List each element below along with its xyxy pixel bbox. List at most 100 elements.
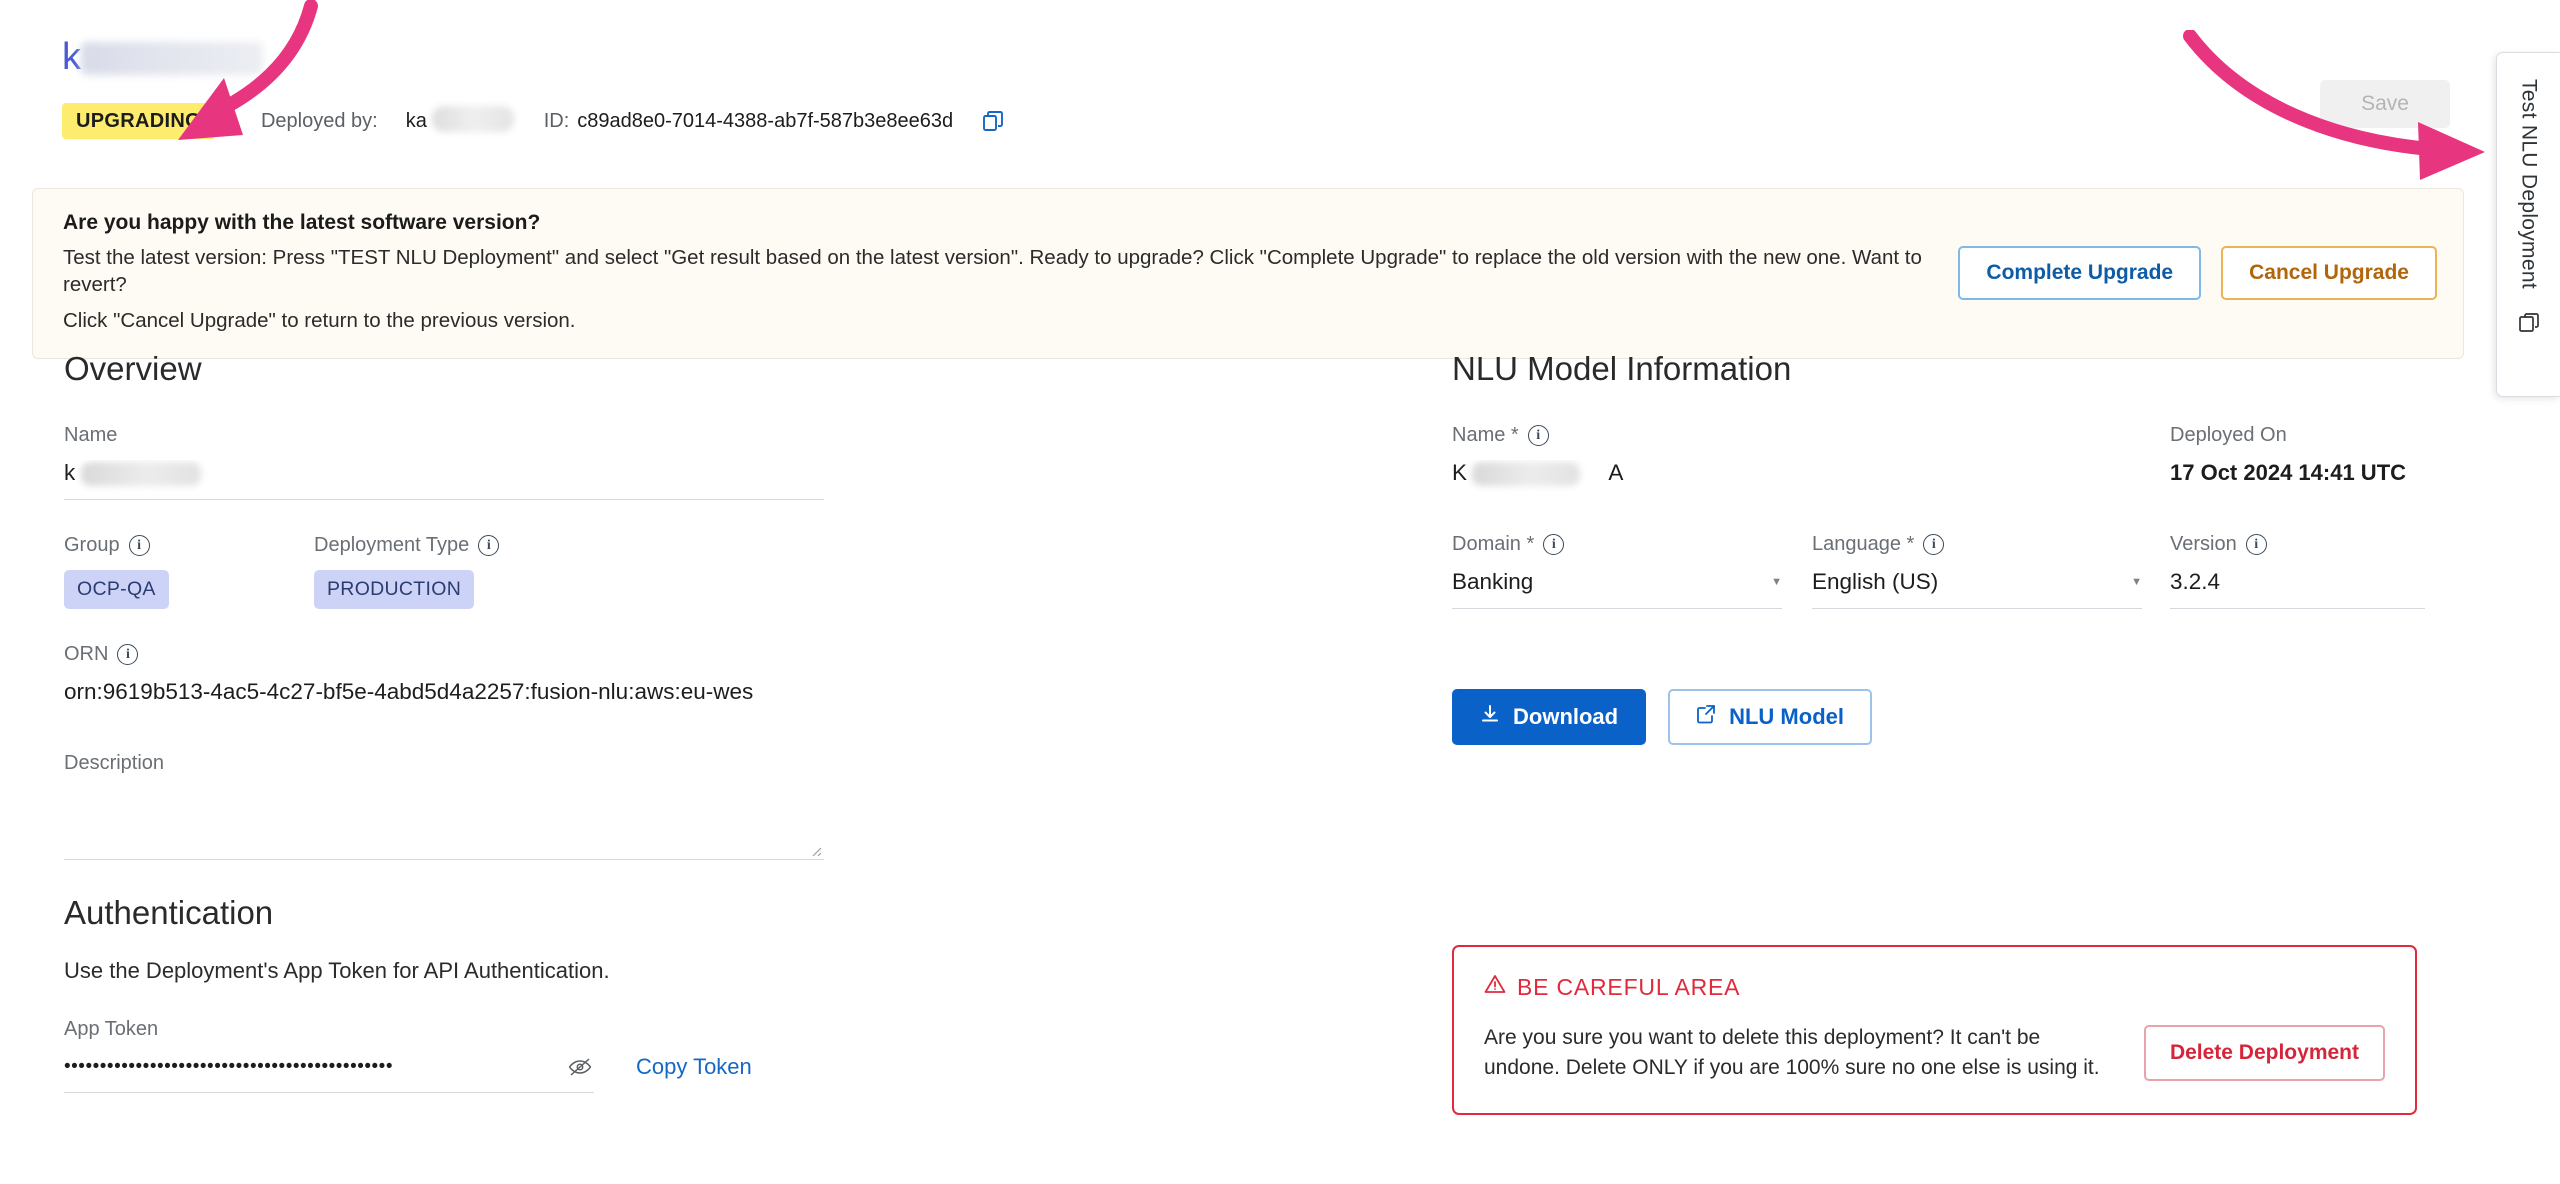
- description-textarea[interactable]: [64, 788, 824, 860]
- chevron-down-icon: ▼: [2131, 575, 2142, 588]
- app-token-row: ••••••••••••••••••••••••••••••••••••••••…: [64, 1054, 824, 1093]
- deployed-on-label: Deployed On: [2170, 424, 2460, 447]
- orn-label-text: ORN: [64, 643, 109, 665]
- authentication-description: Use the Deployment's App Token for API A…: [64, 958, 610, 983]
- info-icon[interactable]: i: [2245, 534, 2267, 555]
- app-token-label-text: App Token: [64, 1018, 159, 1040]
- download-button-label: Download: [1513, 704, 1619, 729]
- group-label: Group i: [64, 534, 314, 557]
- nlu-model-grid: Name * i K XXXXXXXXXA: [1452, 424, 2462, 643]
- upgrade-banner: Are you happy with the latest software v…: [32, 188, 2464, 360]
- deployment-id-value: c89ad8e0-7014-4388-ab7f-587b3e8ee63d: [577, 109, 954, 132]
- deployed-on-label-text: Deployed On: [2170, 424, 2287, 446]
- deployment-type-label: Deployment Type i: [314, 534, 564, 557]
- complete-upgrade-button[interactable]: Complete Upgrade: [1958, 245, 2202, 300]
- title-row: k: [62, 26, 2496, 88]
- upgrade-banner-line-1: Test the latest version: Press "TEST NLU…: [63, 246, 1922, 297]
- nlu-model-section-title: NLU Model Information: [1452, 350, 1792, 387]
- name-label-text: Name: [64, 424, 118, 446]
- deployment-meta-row: UPGRADING Deployed by: ka ID: c89ad8e0-7…: [62, 102, 2496, 140]
- copy-token-link[interactable]: Copy Token: [636, 1054, 752, 1093]
- version-field: Version i 3.2.4: [2170, 533, 2460, 609]
- version-label: Version i: [2170, 533, 2460, 556]
- nlu-model-button[interactable]: NLU Model: [1668, 689, 1872, 745]
- danger-zone-title-text: BE CAREFUL AREA: [1517, 973, 1741, 1000]
- deployed-on-field: Deployed On 17 Oct 2024 14:41 UTC: [2170, 424, 2460, 499]
- resize-handle-icon[interactable]: [808, 843, 822, 857]
- nlu-model-right: Deployed On 17 Oct 2024 14:41 UTC Versio…: [2170, 424, 2460, 643]
- redaction-overlay-nlu-name: [1472, 462, 1580, 486]
- group-label-text: Group: [64, 534, 120, 556]
- page-title-text: k: [62, 35, 82, 78]
- download-icon: [1480, 704, 1500, 730]
- test-nlu-deployment-rail-label: Test NLU Deployment: [2517, 79, 2541, 289]
- nlu-name-label-text: Name *: [1452, 424, 1519, 446]
- cancel-upgrade-button[interactable]: Cancel Upgrade: [2221, 245, 2437, 300]
- nlu-name-label: Name * i: [1452, 424, 1782, 447]
- nlu-model-left: Name * i K XXXXXXXXXA: [1452, 424, 2170, 643]
- deployed-by-value: ka: [406, 105, 514, 133]
- language-value: English (US): [1812, 569, 1939, 594]
- domain-value: Banking: [1452, 569, 1534, 594]
- eye-off-icon[interactable]: [566, 1055, 594, 1079]
- name-value-wrap: k: [64, 460, 201, 486]
- danger-zone-text: Are you sure you want to delete this dep…: [1484, 1026, 2100, 1079]
- info-icon[interactable]: i: [1543, 534, 1565, 555]
- orn-field: ORN i orn:9619b513-4ac5-4c27-bf5e-4abd5d…: [64, 643, 824, 718]
- group-chip: OCP-QA: [64, 570, 169, 609]
- nlu-name-prefix: K: [1452, 460, 1468, 485]
- orn-value: orn:9619b513-4ac5-4c27-bf5e-4abd5d4a2257…: [64, 679, 754, 704]
- deployment-type-chip: PRODUCTION: [314, 570, 475, 609]
- description-field: Description: [64, 752, 824, 860]
- download-button[interactable]: Download: [1452, 689, 1647, 745]
- test-nlu-deployment-rail[interactable]: Test NLU Deployment: [2496, 52, 2560, 397]
- domain-select[interactable]: Banking ▼: [1452, 569, 1782, 609]
- domain-label: Domain * i: [1452, 533, 1782, 556]
- danger-zone-body: Are you sure you want to delete this dep…: [1484, 1023, 2385, 1083]
- copy-icon[interactable]: [979, 107, 1007, 135]
- deployment-type-field: Deployment Type i PRODUCTION: [314, 534, 564, 609]
- upgrade-banner-text: Are you happy with the latest software v…: [63, 211, 1934, 334]
- upgrade-banner-line-2: Click "Cancel Upgrade" to return to the …: [63, 309, 576, 333]
- nlu-model-column: NLU Model Information Name * i K XXXXXXX…: [1452, 350, 2462, 1115]
- domain-language-row: Domain * i Banking ▼ Language * i Englis…: [1452, 533, 2170, 609]
- page-header: k UPGRADING Deployed by: ka ID: c89ad8e0…: [0, 0, 2496, 140]
- redaction-overlay-name: [81, 462, 201, 486]
- info-icon[interactable]: i: [1923, 534, 1945, 555]
- name-value[interactable]: k: [64, 460, 824, 500]
- redaction-overlay-title: [81, 41, 263, 75]
- window-copy-icon: [2517, 311, 2541, 340]
- nlu-name-wrap: K XXXXXXXXXA: [1452, 460, 1623, 486]
- redaction-overlay-user: [431, 105, 514, 132]
- name-field: Name k: [64, 424, 824, 500]
- external-link-icon: [1696, 704, 1716, 730]
- chevron-down-icon: ▼: [1771, 575, 1782, 588]
- language-label: Language * i: [1812, 533, 2142, 556]
- nlu-name-field: Name * i K XXXXXXXXXA: [1452, 424, 1782, 499]
- description-label: Description: [64, 752, 824, 775]
- info-icon[interactable]: i: [117, 644, 139, 665]
- language-field: Language * i English (US) ▼: [1812, 533, 2142, 609]
- language-select[interactable]: English (US) ▼: [1812, 569, 2142, 609]
- group-field: Group i OCP-QA: [64, 534, 314, 609]
- name-value-text: k: [64, 460, 76, 485]
- app-token-masked-value: ••••••••••••••••••••••••••••••••••••••••…: [64, 1056, 393, 1077]
- domain-field: Domain * i Banking ▼: [1452, 533, 1782, 609]
- version-label-text: Version: [2170, 533, 2237, 555]
- save-button[interactable]: Save: [2320, 80, 2450, 128]
- deployment-detail-page: k UPGRADING Deployed by: ka ID: c89ad8e0…: [0, 0, 2560, 1184]
- delete-deployment-button[interactable]: Delete Deployment: [2143, 1024, 2385, 1081]
- app-token-label: App Token: [64, 1018, 824, 1041]
- info-icon[interactable]: i: [1527, 425, 1549, 446]
- description-label-text: Description: [64, 752, 165, 774]
- app-token-field[interactable]: ••••••••••••••••••••••••••••••••••••••••…: [64, 1055, 594, 1093]
- overview-column: Overview Name k Group i OCP-QA Deploymen…: [64, 350, 824, 1093]
- group-deployment-row: Group i OCP-QA Deployment Type i PRODUCT…: [64, 534, 824, 609]
- name-label: Name: [64, 424, 824, 447]
- language-label-text: Language *: [1812, 533, 1915, 555]
- nlu-name-suffix: A: [1608, 460, 1624, 485]
- info-icon[interactable]: i: [478, 535, 500, 556]
- upgrade-banner-heading: Are you happy with the latest software v…: [63, 211, 541, 234]
- info-icon[interactable]: i: [128, 535, 150, 556]
- deployment-type-label-text: Deployment Type: [314, 534, 470, 556]
